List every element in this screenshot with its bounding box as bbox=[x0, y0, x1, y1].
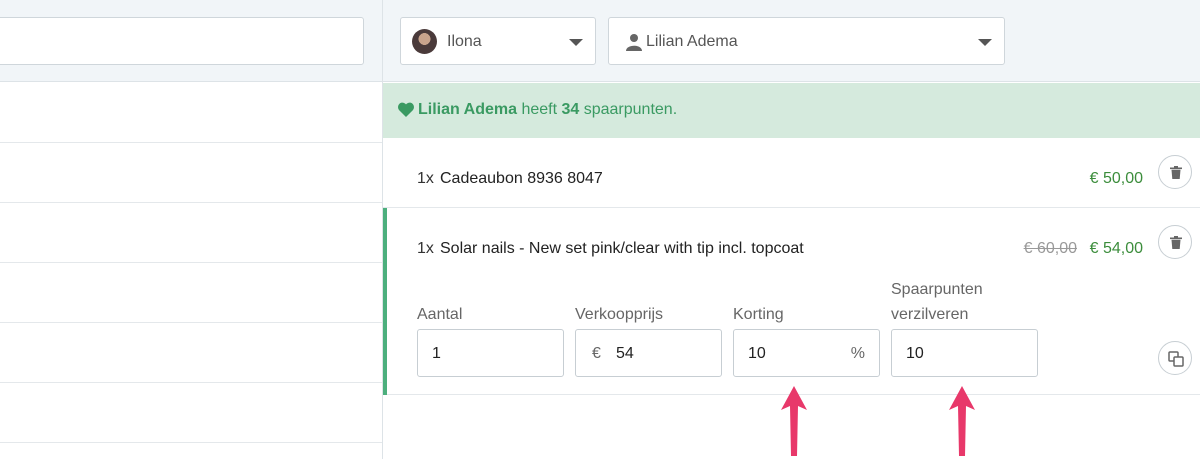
list-divider bbox=[0, 202, 382, 203]
currency-prefix: € bbox=[592, 345, 601, 362]
selected-indicator bbox=[383, 208, 387, 395]
line-item-selected[interactable]: 1x Solar nails - New set pink/clear with… bbox=[383, 208, 1200, 395]
delete-button[interactable] bbox=[1158, 155, 1192, 189]
chevron-down-icon bbox=[978, 39, 992, 46]
employee-select[interactable]: Ilona bbox=[400, 17, 596, 65]
left-header bbox=[0, 0, 382, 82]
spaarpunten-label-line2: verzilveren bbox=[891, 306, 969, 323]
copy-icon bbox=[1168, 351, 1184, 367]
line-item-price: € 50,00 bbox=[1089, 170, 1143, 187]
loyalty-banner: Lilian Adema heeft 34 spaarpunten. bbox=[383, 83, 1200, 138]
line-item-qty: 1x bbox=[417, 240, 434, 257]
line-item-name: Cadeaubon 8936 8047 bbox=[440, 170, 603, 187]
line-item-qty: 1x bbox=[417, 170, 434, 187]
aantal-label: Aantal bbox=[417, 306, 463, 323]
verkoopprijs-label: Verkoopprijs bbox=[575, 306, 664, 323]
heart-icon bbox=[398, 102, 414, 117]
annotation-arrow-icon bbox=[949, 386, 975, 456]
loyalty-customer-name: Lilian Adema bbox=[418, 101, 517, 118]
quantity-field[interactable]: 1 bbox=[417, 329, 564, 377]
sale-price-value: 54 bbox=[616, 345, 634, 362]
line-item-original-price: € 60,00 bbox=[1023, 240, 1077, 257]
sale-price-field[interactable]: € 54 bbox=[575, 329, 722, 377]
line-item[interactable]: 1x Cadeaubon 8936 8047 € 50,00 bbox=[383, 138, 1200, 208]
loyalty-text: Lilian Adema heeft 34 spaarpunten. bbox=[418, 101, 677, 119]
customer-select-value: Lilian Adema bbox=[646, 33, 738, 50]
left-pane bbox=[0, 0, 383, 459]
right-pane: Ilona Lilian Adema Lilian Adema heeft 34… bbox=[383, 0, 1200, 459]
list-divider bbox=[0, 382, 382, 383]
percent-suffix: % bbox=[850, 345, 865, 362]
delete-button[interactable] bbox=[1158, 225, 1192, 259]
list-divider bbox=[0, 262, 382, 263]
trash-icon bbox=[1170, 236, 1182, 249]
loyalty-points: 34 bbox=[561, 101, 580, 118]
discount-field[interactable]: 10 % bbox=[733, 329, 880, 377]
employee-avatar bbox=[412, 29, 437, 54]
discount-value: 10 bbox=[748, 345, 766, 362]
loyalty-middle-text: heeft bbox=[521, 101, 558, 118]
chevron-down-icon bbox=[569, 39, 583, 46]
spaarpunten-label-line1: Spaarpunten bbox=[891, 281, 983, 298]
right-header: Ilona Lilian Adema bbox=[383, 0, 1200, 82]
line-item-price: € 54,00 bbox=[1089, 240, 1143, 257]
korting-label: Korting bbox=[733, 306, 784, 323]
trash-icon bbox=[1170, 166, 1182, 179]
list-divider bbox=[0, 322, 382, 323]
line-item-name: Solar nails - New set pink/clear with ti… bbox=[440, 240, 804, 257]
redeem-points-field[interactable]: 10 bbox=[891, 329, 1038, 377]
user-icon bbox=[626, 34, 642, 51]
customer-select[interactable]: Lilian Adema bbox=[608, 17, 1005, 65]
redeem-points-value: 10 bbox=[906, 345, 924, 362]
search-input[interactable] bbox=[0, 17, 364, 65]
list-divider bbox=[0, 442, 382, 443]
list-divider bbox=[0, 142, 382, 143]
duplicate-button[interactable] bbox=[1158, 341, 1192, 375]
employee-select-value: Ilona bbox=[447, 33, 482, 50]
annotation-arrow-icon bbox=[781, 386, 807, 456]
quantity-value: 1 bbox=[432, 345, 441, 362]
loyalty-suffix-text: spaarpunten. bbox=[583, 101, 678, 118]
